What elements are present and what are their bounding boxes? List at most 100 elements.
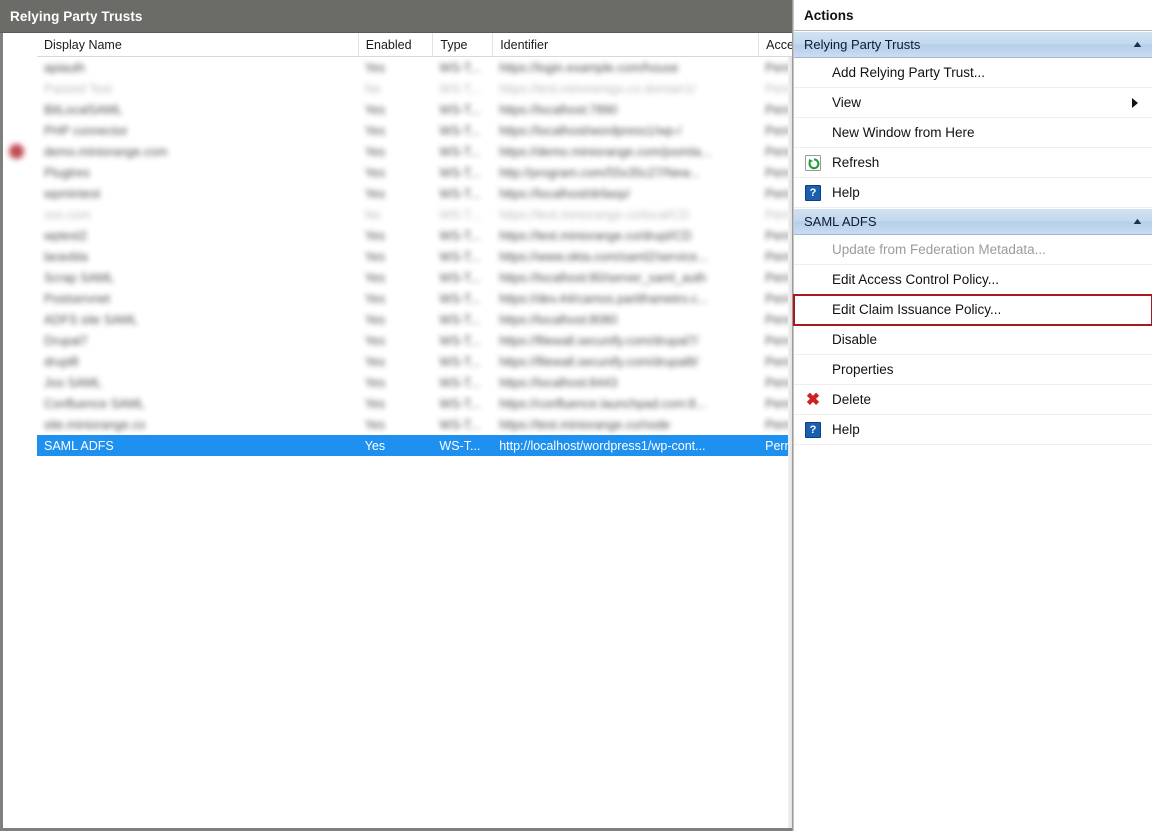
table-cell-identifier: https://filewall.secunify.com/drupal8/: [499, 354, 699, 369]
table-cell-enabled: Yes: [364, 60, 386, 75]
actions-pane: Actions Relying Party Trusts ▲ Add Relying…: [793, 0, 1152, 831]
table-cell-identifier: https://www.okta.com/saml2/service...: [499, 249, 708, 264]
action-item-label: Help: [832, 422, 860, 437]
action-item-label: Help: [832, 185, 860, 200]
action-item-update-from-federation-metadata: Update from Federation Metadata...: [794, 235, 1152, 265]
actions-pane-title-label: Actions: [804, 7, 854, 23]
table-cell-enabled: Yes: [364, 186, 386, 201]
table-cell-identifier: https://localhost/drilasp/: [499, 186, 630, 201]
table-row[interactable]: laravbla Yes WS-T... https://www.okta.com/s…: [37, 246, 792, 267]
table-row[interactable]: wpmintest Yes WS-T... https://localhost/dri…: [37, 183, 792, 204]
column-header-display-name[interactable]: Display Name: [37, 33, 358, 56]
table-row[interactable]: ADFS site SAML Yes WS-T... https://localhos…: [37, 309, 792, 330]
table-row-selected[interactable]: SAML ADFS Yes WS-T... http://localhost/word…: [37, 435, 792, 456]
table-cell-identifier: https://localhost/wordpress1/wp-/: [499, 123, 682, 138]
table-cell-type: WS-T...: [439, 207, 481, 222]
table-cell-enabled: Yes: [364, 165, 386, 180]
table-cell-type: WS-T...: [439, 375, 481, 390]
table-cell-display-name: SAML ADFS: [44, 438, 114, 453]
table-row[interactable]: BitLocalSAML Yes WS-T... https://localhost:…: [37, 99, 792, 120]
table-cell-display-name: Postservnet: [44, 291, 111, 306]
pane-title: Relying Party Trusts: [0, 0, 792, 33]
table-row[interactable]: drupl8 Yes WS-T... https://filewall.secunif…: [37, 351, 792, 372]
actions-section-header-saml-adfs[interactable]: SAML ADFS ▲: [794, 208, 1152, 235]
table-row[interactable]: PHP connector Yes WS-T... https://localhost…: [37, 120, 792, 141]
table-cell-type: WS-T...: [439, 417, 481, 432]
action-item-delete[interactable]: ✖ Delete: [794, 385, 1152, 415]
table-cell-type: WS-T...: [439, 333, 481, 348]
column-header-identifier[interactable]: Identifier: [492, 33, 758, 56]
column-header-type[interactable]: Type: [432, 33, 492, 56]
column-header-identifier-label: Identifier: [500, 37, 549, 52]
column-header-access[interactable]: Acce: [758, 33, 792, 56]
menu-item-icon-placeholder: [803, 270, 823, 290]
action-item-refresh[interactable]: Refresh: [794, 148, 1152, 178]
table-cell-enabled: Yes: [364, 417, 386, 432]
help-icon: ?: [803, 183, 823, 203]
table-cell-display-name: wptest2: [44, 228, 88, 243]
table-cell-type: WS-T...: [439, 396, 481, 411]
table-cell-display-name: PHP connector: [44, 123, 128, 138]
action-item-label: Delete: [832, 392, 872, 407]
chevron-up-icon[interactable]: ▲: [1131, 40, 1144, 49]
table-row[interactable]: site.miniorange.co Yes WS-T... https://test…: [37, 414, 792, 435]
delete-icon-glyph: ✖: [805, 390, 821, 409]
action-item-help[interactable]: ? Help: [794, 178, 1152, 208]
action-item-view[interactable]: View: [794, 88, 1152, 118]
column-header-enabled[interactable]: Enabled: [357, 33, 433, 56]
table-cell-enabled: Yes: [364, 396, 386, 411]
table-cell-access: Perm: [765, 228, 792, 243]
chevron-up-icon[interactable]: ▲: [1131, 217, 1144, 226]
list-vertical-scrollbar[interactable]: [788, 57, 792, 828]
table-cell-identifier: https://filewall.secunify.com/drupal7/: [499, 333, 699, 348]
table-cell-identifier: https://localhost:80/server_saml_auth: [499, 270, 707, 285]
action-item-label: View: [832, 95, 862, 110]
table-row[interactable]: demo.miniorange.com Yes WS-T... https://dem…: [9, 141, 792, 162]
action-item-edit-claim-issuance-policy[interactable]: Edit Claim Issuance Policy...: [793, 294, 1152, 326]
table-cell-type: WS-T...: [439, 249, 481, 264]
table-row[interactable]: Joo SAML Yes WS-T... https://localhost:8443…: [37, 372, 792, 393]
table-cell-display-name: drupl8: [44, 354, 79, 369]
table-row[interactable]: Drupal7 Yes WS-T... https://filewall.secuni…: [37, 330, 792, 351]
menu-item-icon-placeholder: [803, 63, 823, 83]
table-row[interactable]: apiauth Yes WS-T... https://login.example.c…: [37, 57, 792, 78]
table-row[interactable]: Passed Test No WS-T... https://test.mimmimi…: [37, 78, 792, 99]
action-item-new-window-from-here[interactable]: New Window from Here: [794, 118, 1152, 148]
action-item-properties[interactable]: Properties: [794, 355, 1152, 385]
action-item-help[interactable]: ? Help: [794, 415, 1152, 445]
table-cell-access: Perm: [765, 144, 792, 159]
action-item-label: Add Relying Party Trust...: [832, 65, 986, 80]
table-row[interactable]: Scrap SAML Yes WS-T... https://localhost:80…: [37, 267, 792, 288]
table-cell-identifier: http://localhost/wordpress1/wp-cont...: [499, 438, 706, 453]
table-cell-access: Perm: [765, 291, 792, 306]
chevron-right-icon[interactable]: [1132, 97, 1138, 108]
table-cell-display-name: Scrap SAML: [44, 270, 115, 285]
actions-section-header-relying-party-trusts[interactable]: Relying Party Trusts ▲: [794, 31, 1152, 58]
table-cell-display-name: demo.miniorange.com: [44, 144, 168, 159]
table-cell-identifier: http://program.com/55x35c27/New...: [499, 165, 700, 180]
refresh-icon: [803, 153, 823, 173]
table-row[interactable]: Postservnet Yes WS-T... https://dev.44/camo…: [37, 288, 792, 309]
table-cell-identifier: https://localhost:8443: [499, 375, 618, 390]
column-header-access-label: Acce: [766, 37, 792, 52]
action-item-edit-access-control-policy[interactable]: Edit Access Control Policy...: [794, 265, 1152, 295]
table-row[interactable]: wptest2 Yes WS-T... https://test.miniorange…: [37, 225, 792, 246]
menu-item-icon-placeholder: [803, 240, 823, 260]
table-cell-access: Perm: [765, 249, 792, 264]
row-marker-dot-icon: [9, 144, 24, 159]
menu-item-icon-placeholder: [803, 300, 823, 320]
table-cell-identifier: https://dev.44/camos.partiframetro.c...: [499, 291, 709, 306]
table-cell-enabled: Yes: [364, 102, 386, 117]
table-row[interactable]: sso.com No WS-T... https://test.miniorange.…: [37, 204, 792, 225]
table-cell-display-name: Joo SAML: [44, 375, 102, 390]
action-item-disable[interactable]: Disable: [794, 325, 1152, 355]
actions-menu: Add Relying Party Trust... View New Window…: [794, 58, 1152, 208]
table-cell-type: WS-T...: [439, 354, 481, 369]
table-row[interactable]: Confluence SAML Yes WS-T... https://conflue…: [37, 393, 792, 414]
action-item-add-relying-party-trust[interactable]: Add Relying Party Trust...: [794, 58, 1152, 88]
table-cell-identifier: https://login.example.com/house: [499, 60, 679, 75]
table-row[interactable]: Plugtres Yes WS-T... http://program.com/55x…: [37, 162, 792, 183]
column-header-enabled-label: Enabled: [365, 37, 412, 52]
table-cell-identifier: https://test.miniorange.co/drupl/CD: [499, 228, 692, 243]
relying-party-trusts-list[interactable]: Display Name Enabled Type Identifier Acc…: [0, 33, 792, 831]
